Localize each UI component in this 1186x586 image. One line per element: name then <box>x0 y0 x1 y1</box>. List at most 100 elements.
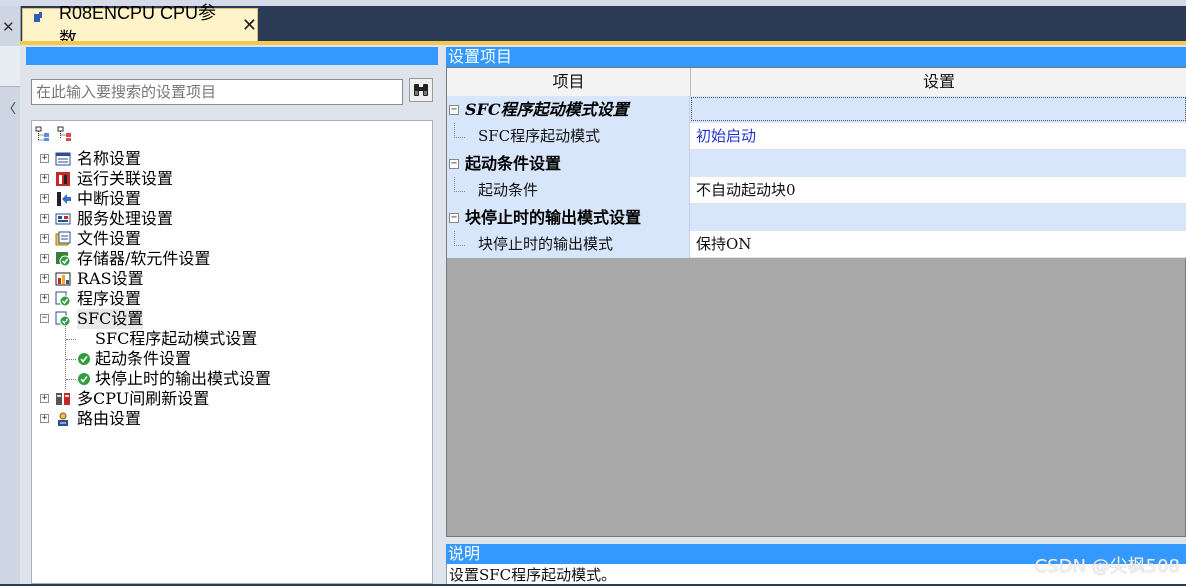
column-header-item[interactable]: 项目 <box>447 68 691 96</box>
tree-item-label: 块停止时的输出模式设置 <box>95 369 272 388</box>
check-icon <box>78 373 90 385</box>
tree-item-program-settings[interactable]: + 程序设置 <box>32 289 432 309</box>
memory-settings-icon <box>56 252 71 267</box>
tree-item-service-settings[interactable]: + 服务处理设置 <box>32 209 432 229</box>
service-settings-icon <box>55 213 71 225</box>
parameter-icon <box>33 12 42 22</box>
tree-item-label: 程序设置 <box>77 289 142 308</box>
settings-grid: 项目 设置 − SFC程序起动模式设置 SFC程序起动模式 初始启动 − 起动条… <box>446 67 1186 537</box>
tree-toolbar <box>35 126 73 144</box>
group-collapse-toggle[interactable]: − <box>449 159 459 169</box>
tree-item-name-settings[interactable]: + 名称设置 <box>32 149 432 169</box>
tab-cpu-parameters[interactable]: R08ENCPU CPU参数 ✕ <box>22 3 258 49</box>
tree-item-file-settings[interactable]: + 文件设置 <box>32 229 432 249</box>
setting-value[interactable]: 不自动起动块0 <box>696 177 796 204</box>
binoculars-icon <box>414 84 428 96</box>
expand-all-icon <box>35 126 49 141</box>
column-header-setting[interactable]: 设置 <box>691 68 1186 96</box>
tree-item-memory-settings[interactable]: + 存储器/软元件设置 <box>32 249 432 269</box>
tree-item-sfc-settings[interactable]: − SFC设置 <box>32 309 432 329</box>
setting-row-sfc-start-mode[interactable]: SFC程序起动模式 初始启动 <box>447 123 1186 150</box>
setting-value-cell[interactable]: 初始启动 <box>690 123 1186 150</box>
navigation-header <box>26 47 438 65</box>
group-title: 块停止时的输出模式设置 <box>465 208 642 227</box>
group-collapse-toggle[interactable]: − <box>449 105 459 115</box>
setting-value-cell[interactable]: 保持ON <box>690 231 1186 258</box>
group-collapse-toggle[interactable]: − <box>449 213 459 223</box>
expand-toggle[interactable]: + <box>40 254 49 263</box>
tree-item-ras-settings[interactable]: + RAS设置 <box>32 269 432 289</box>
expand-toggle[interactable]: + <box>40 294 49 303</box>
setting-value-cell[interactable]: 不自动起动块0 <box>690 177 1186 204</box>
tree-item-operation-settings[interactable]: + 运行关联设置 <box>32 169 432 189</box>
tree-guide-line <box>66 339 76 340</box>
tree-item-interrupt-settings[interactable]: + 中断设置 <box>32 189 432 209</box>
search-input[interactable] <box>31 79 403 105</box>
settings-tree-panel: + 名称设置 + 运行关联设置 + 中断设置 + 服务处理设置 + 文件设置 +… <box>31 120 433 584</box>
pane-splitter[interactable] <box>438 45 446 584</box>
setting-item-label: 块停止时的输出模式 <box>478 235 614 253</box>
multi-cpu-settings-icon <box>56 393 70 405</box>
program-settings-icon <box>55 291 71 307</box>
setting-value[interactable]: 初始启动 <box>696 123 756 150</box>
collapse-toggle[interactable]: − <box>40 314 49 323</box>
search-button[interactable] <box>409 78 433 102</box>
grid-header: 项目 设置 <box>447 68 1186 97</box>
collapse-all-button[interactable] <box>57 126 73 142</box>
tree-item-label: SFC设置 <box>77 309 144 329</box>
routing-settings-icon <box>58 412 68 426</box>
expand-toggle[interactable]: + <box>40 154 49 163</box>
expand-toggle[interactable]: + <box>40 234 49 243</box>
sfc-settings-icon <box>55 311 71 327</box>
setting-item-label: 起动条件 <box>478 181 539 199</box>
dock-collapse-icon[interactable]: 〈 <box>3 98 16 117</box>
group-title: 起动条件设置 <box>465 154 562 173</box>
description-text: 设置SFC程序起动模式。 <box>449 566 617 584</box>
ras-settings-icon <box>55 272 71 286</box>
tree-guide-line <box>65 319 66 389</box>
tree-item-label: 路由设置 <box>77 409 142 428</box>
expand-toggle[interactable]: + <box>40 274 49 283</box>
setting-row-start-condition[interactable]: 起动条件 不自动起动块0 <box>447 177 1186 204</box>
tree-item-label: 多CPU间刷新设置 <box>77 389 210 408</box>
name-settings-icon <box>55 152 71 166</box>
tab-close-icon[interactable]: ✕ <box>242 15 257 36</box>
tree-guide-line <box>66 379 76 380</box>
left-dock-stub: ✕ 〈 <box>0 6 21 584</box>
group-row-sfc-start-mode[interactable]: − SFC程序起动模式设置 <box>447 96 1186 123</box>
check-icon <box>78 353 90 365</box>
group-row-start-condition[interactable]: − 起动条件设置 <box>447 150 1186 177</box>
tree-item-label: 起动条件设置 <box>95 349 192 368</box>
tree-item-label: 名称设置 <box>77 149 142 168</box>
tree-item-label: 文件设置 <box>77 229 142 248</box>
tree-item-sfc-start-mode[interactable]: SFC程序起动模式设置 <box>32 329 432 349</box>
tree-item-label: 服务处理设置 <box>77 209 174 228</box>
tree-item-label: 中断设置 <box>77 189 142 208</box>
dock-tab[interactable] <box>0 46 20 87</box>
settings-tree: + 名称设置 + 运行关联设置 + 中断设置 + 服务处理设置 + 文件设置 +… <box>32 149 432 429</box>
expand-toggle[interactable]: + <box>40 414 49 423</box>
tree-item-multi-cpu-refresh[interactable]: + 多CPU间刷新设置 <box>32 389 432 409</box>
tree-item-block-stop-output[interactable]: 块停止时的输出模式设置 <box>32 369 432 389</box>
file-settings-icon <box>55 231 71 246</box>
description-header-label: 说明 <box>448 544 481 563</box>
tree-item-label: 存储器/软元件设置 <box>77 249 211 268</box>
dock-close-icon[interactable]: ✕ <box>2 18 15 36</box>
setting-item-label: SFC程序起动模式 <box>478 127 601 145</box>
parameter-editor: + 名称设置 + 运行关联设置 <box>20 45 1186 584</box>
expand-toggle[interactable]: + <box>40 174 49 183</box>
group-row-block-stop-output[interactable]: − 块停止时的输出模式设置 <box>447 204 1186 231</box>
expand-all-button[interactable] <box>35 126 51 142</box>
expand-toggle[interactable]: + <box>40 394 49 403</box>
tree-item-routing-settings[interactable]: + 路由设置 <box>32 409 432 429</box>
tree-guide-line <box>454 123 465 138</box>
expand-toggle[interactable]: + <box>40 194 49 203</box>
expand-toggle[interactable]: + <box>40 214 49 223</box>
settings-header-label: 设置项目 <box>448 47 513 66</box>
setting-row-block-stop-output[interactable]: 块停止时的输出模式 保持ON <box>447 231 1186 258</box>
setting-value[interactable]: 保持ON <box>696 231 751 258</box>
group-title: SFC程序起动模式设置 <box>465 100 629 119</box>
tree-item-start-condition[interactable]: 起动条件设置 <box>32 349 432 369</box>
tree-guide-line <box>454 231 465 246</box>
operation-settings-icon <box>56 172 70 186</box>
